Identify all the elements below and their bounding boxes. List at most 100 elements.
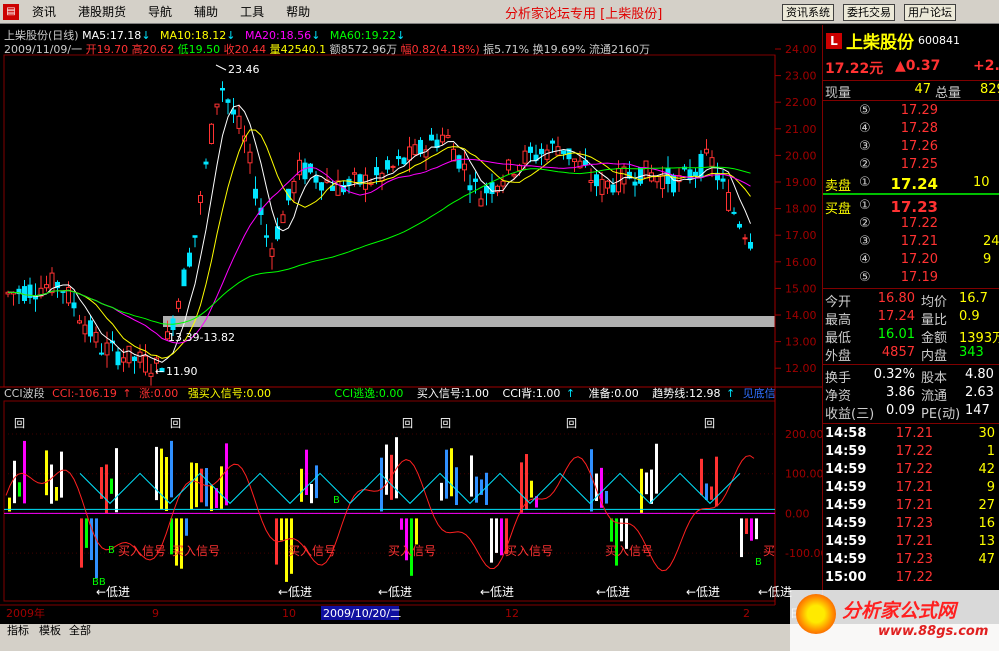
fund-value: 3.86 — [886, 385, 915, 400]
candle-body — [137, 351, 143, 363]
candle-body — [390, 165, 396, 168]
candle-body — [60, 290, 66, 293]
tick-volume: 13 — [978, 534, 995, 549]
indicator-bar — [85, 518, 88, 548]
divider — [823, 364, 999, 365]
tick-time: 14:59 — [825, 444, 867, 459]
indicator-bar — [55, 487, 58, 501]
quote-row: 收益(三) 0.09 PE(动) 147 — [823, 403, 999, 422]
indicator-bar — [170, 440, 173, 498]
buy-signal-value: 买入信号:1.00 — [417, 387, 489, 400]
candle-body — [22, 286, 27, 301]
candle-body — [264, 235, 269, 238]
stat-label: 金额 — [921, 331, 948, 346]
app-icon[interactable]: ▤ — [3, 3, 19, 20]
indicator-bar — [610, 518, 613, 542]
chart-canvas[interactable]: 24.0023.0022.0021.0020.0019.0018.0017.00… — [0, 25, 822, 627]
tick-volume: 9 — [986, 480, 995, 495]
indicator-bar — [705, 483, 708, 500]
strong-buy-value: 强买入信号:0.00 — [188, 387, 271, 400]
info-system-button[interactable]: 资讯系统 — [782, 4, 834, 21]
candle-body — [429, 134, 434, 141]
indicator-bar — [715, 456, 718, 507]
indicator-bar — [740, 518, 743, 558]
forum-button[interactable]: 用户论坛 — [904, 4, 956, 21]
low-in-label: ←低进 — [480, 585, 514, 599]
ma-line — [7, 166, 751, 325]
candle-body — [522, 150, 528, 164]
candle-body — [346, 178, 352, 186]
menu-help[interactable]: 帮助 — [275, 1, 321, 23]
menu-hk-futures[interactable]: 港股期货 — [67, 1, 137, 23]
bid-level: ⑤ — [859, 270, 871, 285]
indicator-bar — [45, 450, 48, 496]
watermark-url: www.88gs.com — [878, 624, 989, 639]
candle-body — [456, 155, 462, 169]
chart-area[interactable]: 上柴股份(日线) MA5:17.18↓ MA10:18.12↓ MA20:18.… — [0, 25, 822, 627]
peak-pointer — [215, 64, 227, 71]
tick-volume: 30 — [978, 426, 995, 441]
spread-divider — [823, 193, 999, 195]
price-tick-label: 21.00 — [785, 123, 817, 136]
menu-info[interactable]: 资讯 — [21, 1, 67, 23]
candle-body — [66, 286, 71, 304]
watermark: 分析家公式网 www.88gs.com — [790, 590, 999, 651]
candle-body — [478, 198, 484, 207]
candle-body — [374, 167, 379, 176]
divider — [823, 80, 999, 81]
stat-label: 外盘 — [825, 349, 852, 364]
menu-navigation[interactable]: 导航 — [137, 1, 183, 23]
mai-label: 买 — [763, 544, 775, 558]
quote-row: ② 17.22 — [823, 216, 999, 233]
xianliang-label: 现量 — [825, 86, 852, 101]
candle-body — [280, 214, 286, 224]
hui-label: 回 — [14, 417, 25, 430]
indicator-name: CCI波段 — [4, 386, 45, 400]
indicator-bar — [615, 518, 618, 566]
fund-label: 股本 — [921, 371, 948, 386]
date-month-12: 12 — [505, 607, 519, 620]
trade-button[interactable]: 委托交易 — [843, 4, 895, 21]
menu-tools[interactable]: 工具 — [229, 1, 275, 23]
indicator-bar — [750, 518, 753, 541]
quote-change-pct: +2. — [973, 58, 999, 74]
low-in-label: ←低进 — [758, 585, 792, 599]
indicator-bar — [475, 476, 478, 503]
hui-label: 回 — [402, 417, 413, 430]
quote-row: 最高 17.24 量比 0.9 — [823, 309, 999, 328]
quote-row: 卖盘 ① 17.24 10 — [823, 175, 999, 194]
indicator-bar — [165, 457, 168, 512]
menu-assist[interactable]: 辅助 — [183, 1, 229, 23]
ask-price: 17.28 — [900, 121, 938, 136]
quote-row: 14:58 17.21 30 — [823, 426, 999, 443]
tick-price: 17.21 — [895, 534, 933, 549]
indicator-bar — [190, 462, 193, 510]
buy-signal-label: 买入信号 — [172, 544, 220, 558]
tick-volume: 1 — [986, 444, 995, 459]
bid-volume: 9 — [983, 252, 992, 267]
quote-row: ⑤ 17.19 — [823, 270, 999, 287]
tab-all[interactable]: 全部 — [66, 624, 94, 638]
bottom-value: 见底信 — [743, 386, 776, 400]
indicator-bar — [380, 457, 383, 512]
indicator-bar — [300, 468, 303, 502]
indicator-bar — [650, 469, 653, 504]
indicator-bar — [745, 518, 748, 534]
tab-template[interactable]: 模板 — [36, 624, 64, 638]
candle-body — [539, 148, 544, 155]
tab-indicator[interactable]: 指标 — [4, 624, 32, 638]
indicator-bar — [645, 472, 648, 495]
indicator-bar — [185, 518, 188, 536]
quote-row: 外盘 4857 内盘 343 — [823, 345, 999, 364]
indicator-bar — [60, 451, 63, 498]
quote-title: L 上柴股份 600841 — [826, 28, 960, 53]
zongliang-label: 总量 — [935, 86, 962, 101]
quote-row: ④ 17.20 9 — [823, 252, 999, 269]
indicator-bar — [450, 448, 453, 497]
cursor-date: 2009/10/20/二 — [323, 607, 401, 620]
tick-price: 17.22 — [895, 462, 933, 477]
tick-time: 14:59 — [825, 534, 867, 549]
buy-signal-label: 买入信号 — [605, 544, 653, 558]
price-panel-frame — [3, 54, 776, 388]
tick-time: 14:58 — [825, 426, 867, 441]
